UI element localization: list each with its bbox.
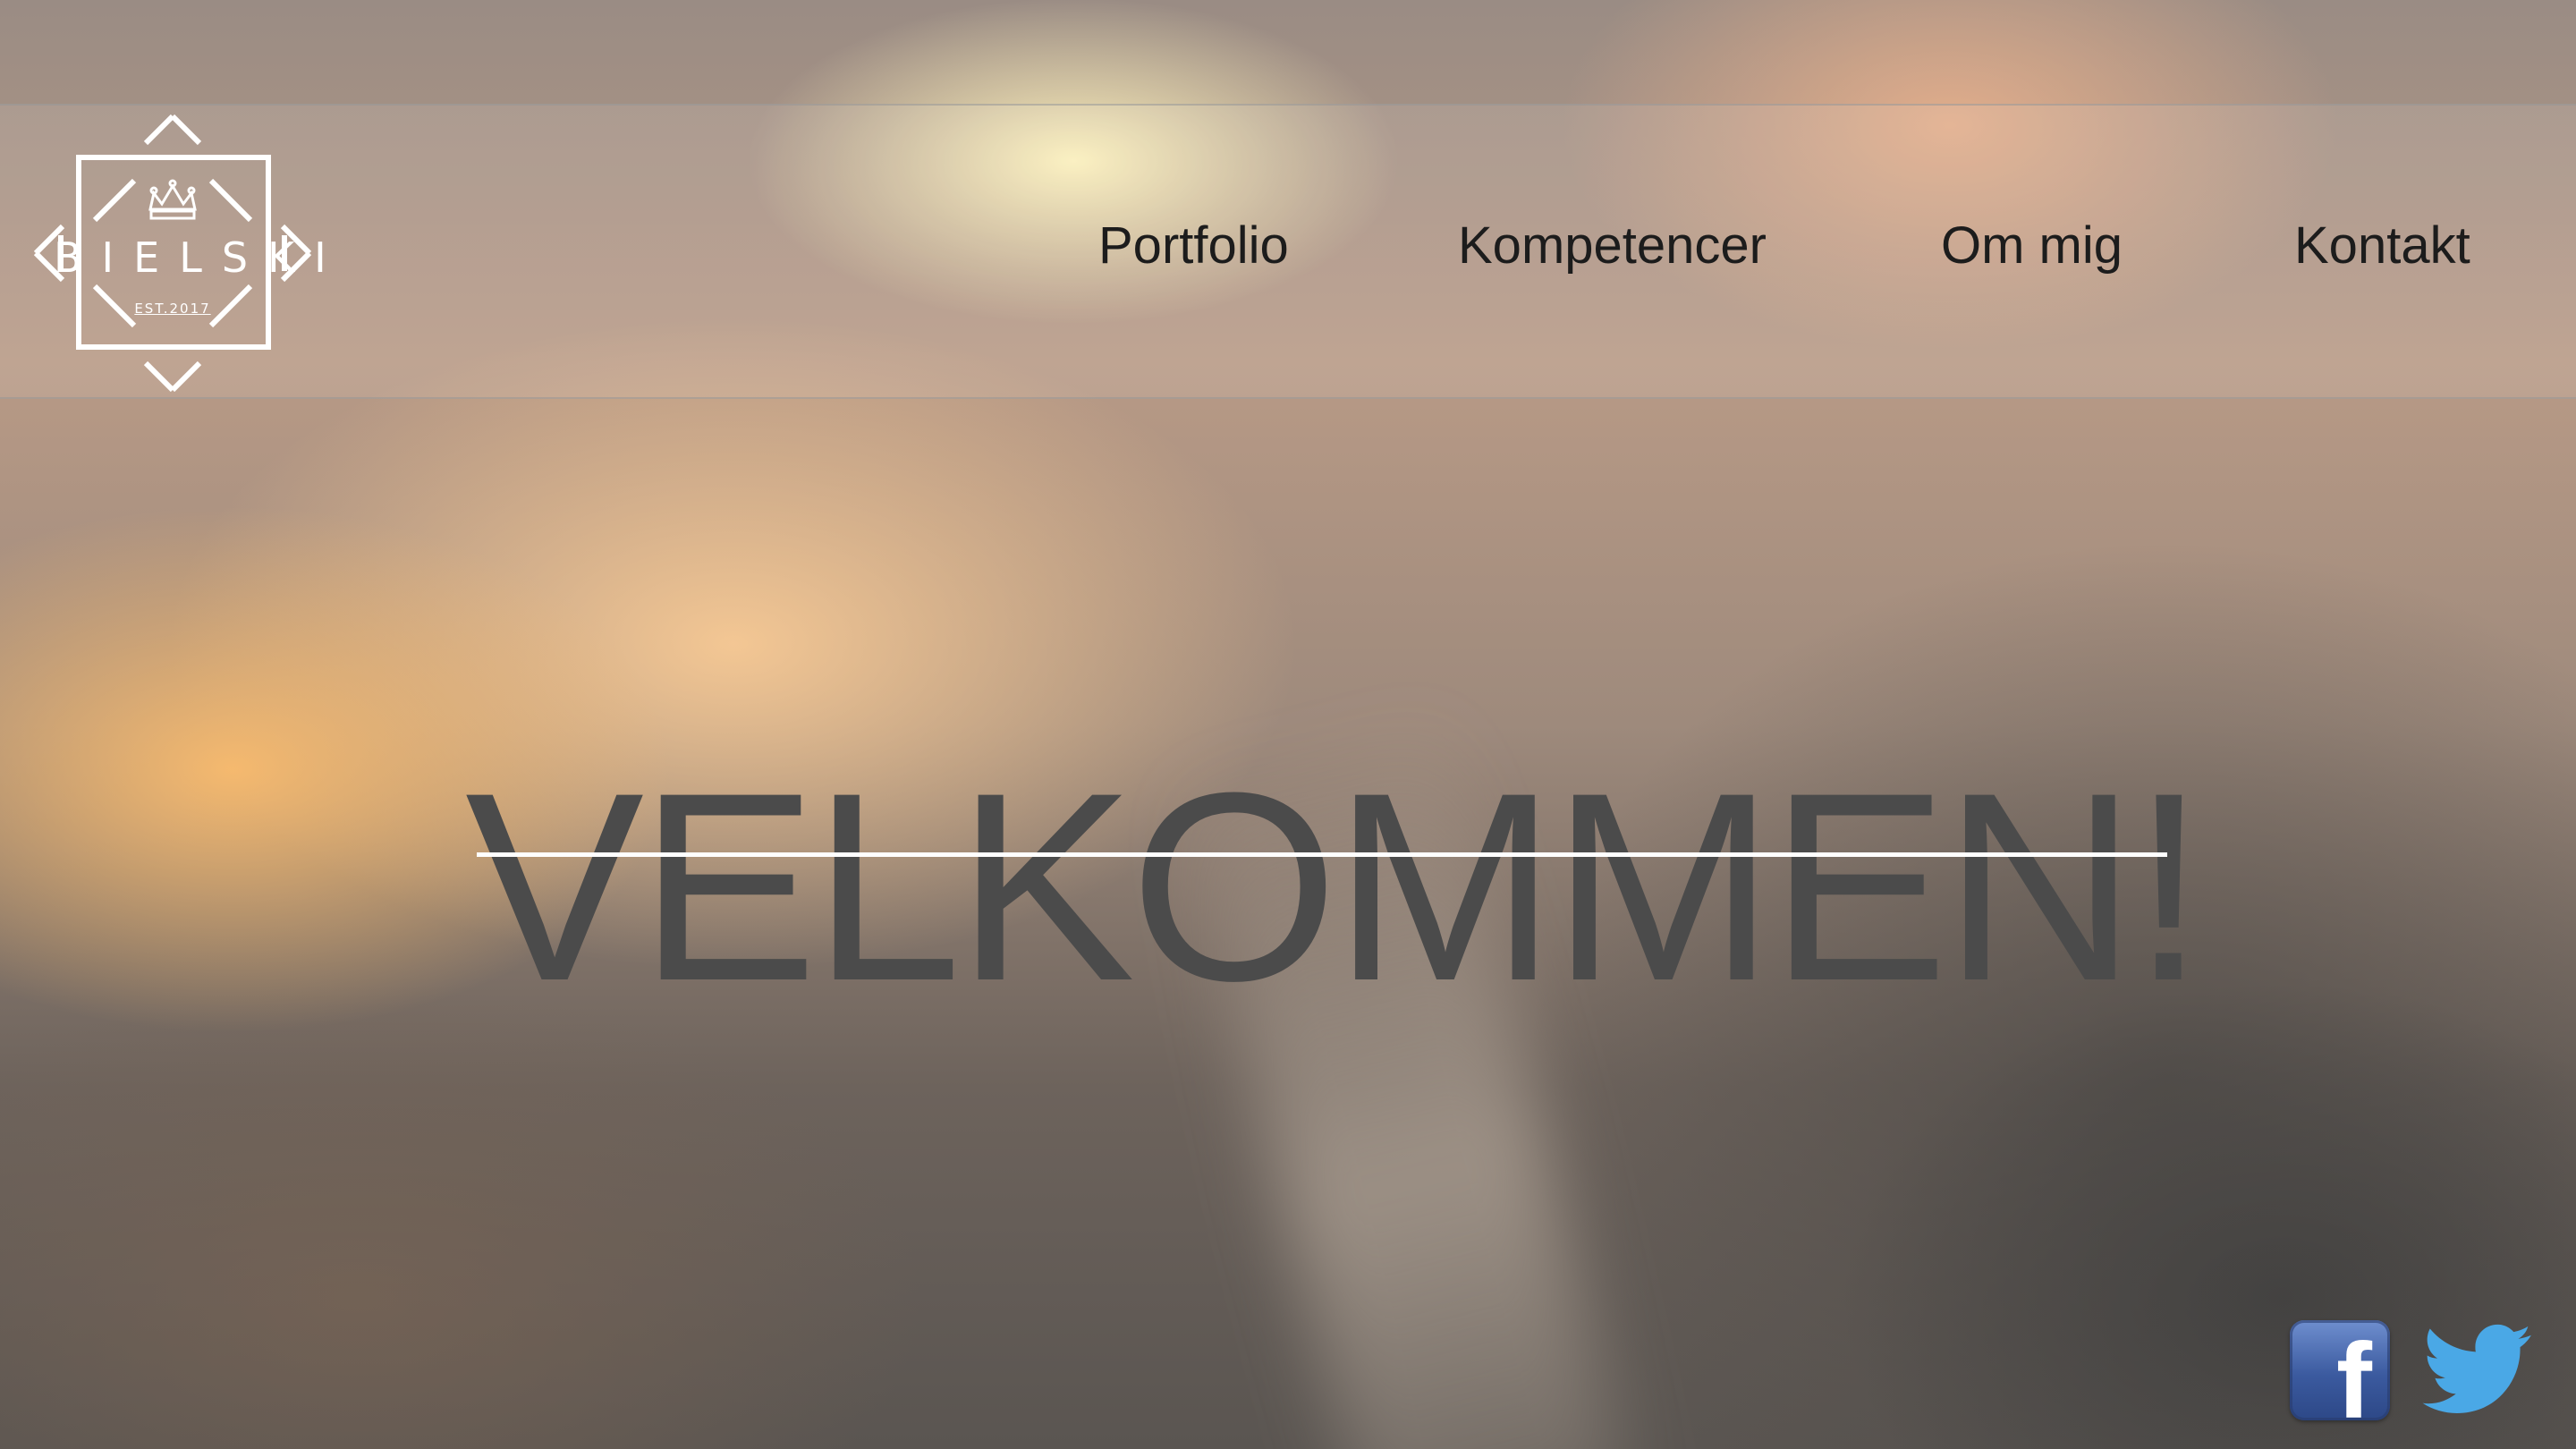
twitter-icon[interactable] — [2422, 1324, 2533, 1417]
facebook-f-glyph: f — [2336, 1321, 2372, 1420]
site-header: BIELSKI EST.2017 Portfolio Kompetencer O… — [0, 104, 2576, 399]
hero-divider — [477, 852, 2167, 857]
nav-item-om-mig[interactable]: Om mig — [1941, 220, 2123, 272]
nav-item-portfolio[interactable]: Portfolio — [1098, 220, 1289, 272]
twitter-bird-shape — [2422, 1324, 2531, 1414]
main-nav: Portfolio Kompetencer Om mig Kontakt — [0, 106, 2576, 397]
nav-item-kontakt[interactable]: Kontakt — [2294, 220, 2470, 272]
hero-title: VELKOMMEN! — [465, 736, 2206, 1037]
nav-item-kompetencer[interactable]: Kompetencer — [1458, 220, 1767, 272]
facebook-icon[interactable]: f — [2290, 1320, 2390, 1420]
